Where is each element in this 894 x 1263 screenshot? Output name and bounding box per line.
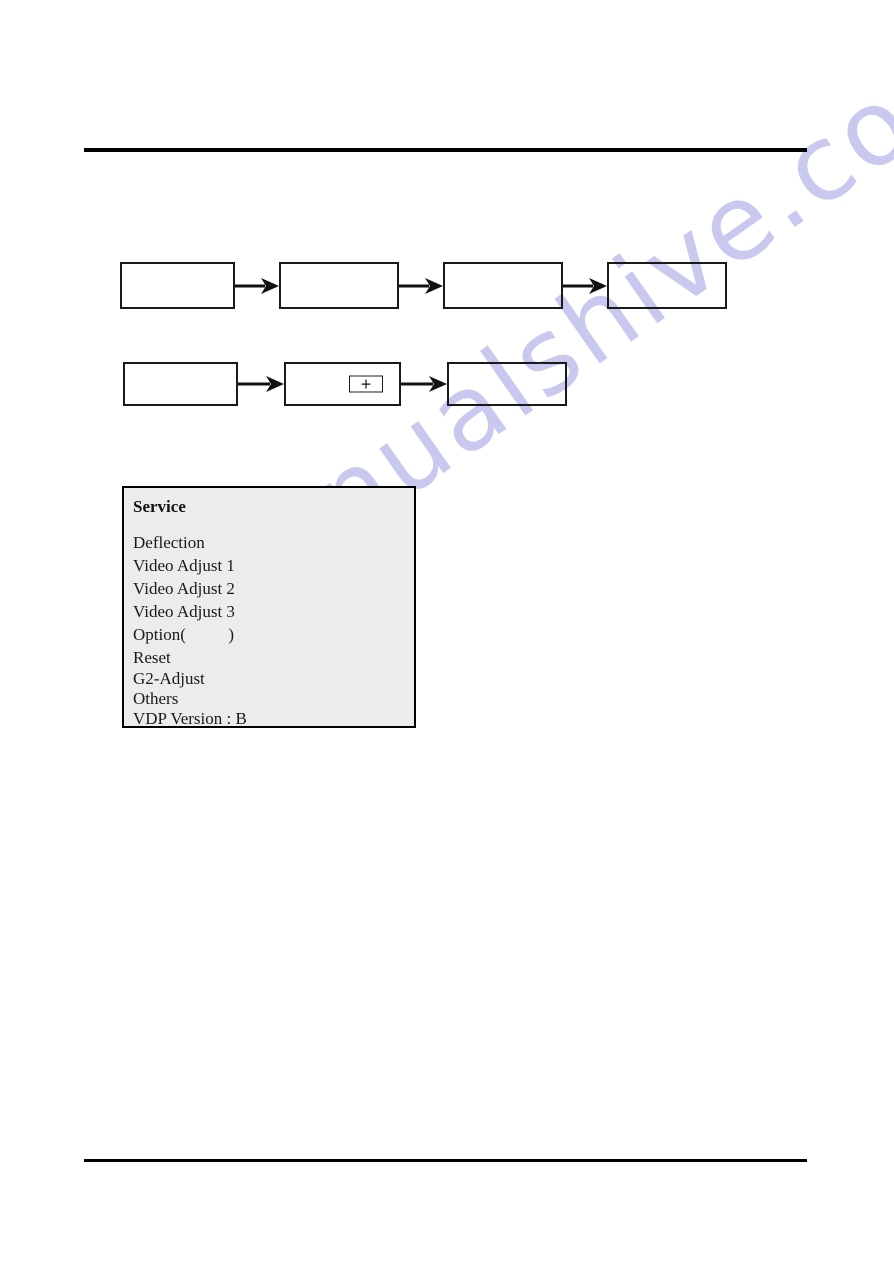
plus-icon: + — [360, 376, 372, 392]
footer-rule — [84, 1159, 807, 1162]
menu-item-reset[interactable]: Reset — [133, 646, 414, 669]
flow-box-1[interactable] — [120, 262, 235, 309]
service-menu-list: Deflection Video Adjust 1 Video Adjust 2… — [133, 531, 414, 729]
service-menu-panel: Service Deflection Video Adjust 1 Video … — [122, 486, 416, 728]
service-menu-title: Service — [133, 497, 186, 516]
flow-arrow-2 — [399, 276, 443, 296]
menu-item-option[interactable]: Option( ) — [133, 623, 414, 646]
flow2-box-2[interactable]: + — [284, 362, 401, 406]
flow2-box-1[interactable] — [123, 362, 238, 406]
menu-item-deflection[interactable]: Deflection — [133, 531, 414, 554]
menu-item-vdp-version: VDP Version : B — [133, 709, 247, 728]
flow-arrow-1 — [235, 276, 279, 296]
flow-diagram-row-1 — [120, 262, 727, 309]
flow-arrow-3 — [563, 276, 607, 296]
flow-diagram-row-2: + — [123, 362, 567, 406]
header-rule — [84, 148, 807, 152]
menu-item-video-adjust-3[interactable]: Video Adjust 3 — [133, 600, 414, 623]
flow-box-4[interactable] — [607, 262, 727, 309]
menu-item-video-adjust-1[interactable]: Video Adjust 1 — [133, 554, 414, 577]
flow2-arrow-1 — [238, 374, 284, 394]
flow2-arrow-2 — [401, 374, 447, 394]
menu-item-video-adjust-2[interactable]: Video Adjust 2 — [133, 577, 414, 600]
flow-box-2[interactable] — [279, 262, 399, 309]
flow2-box-3[interactable] — [447, 362, 567, 406]
flow-box-3[interactable] — [443, 262, 563, 309]
plus-marker-box[interactable]: + — [349, 375, 383, 393]
menu-item-others[interactable]: Others — [133, 689, 414, 709]
menu-item-g2-adjust[interactable]: G2-Adjust — [133, 669, 414, 689]
